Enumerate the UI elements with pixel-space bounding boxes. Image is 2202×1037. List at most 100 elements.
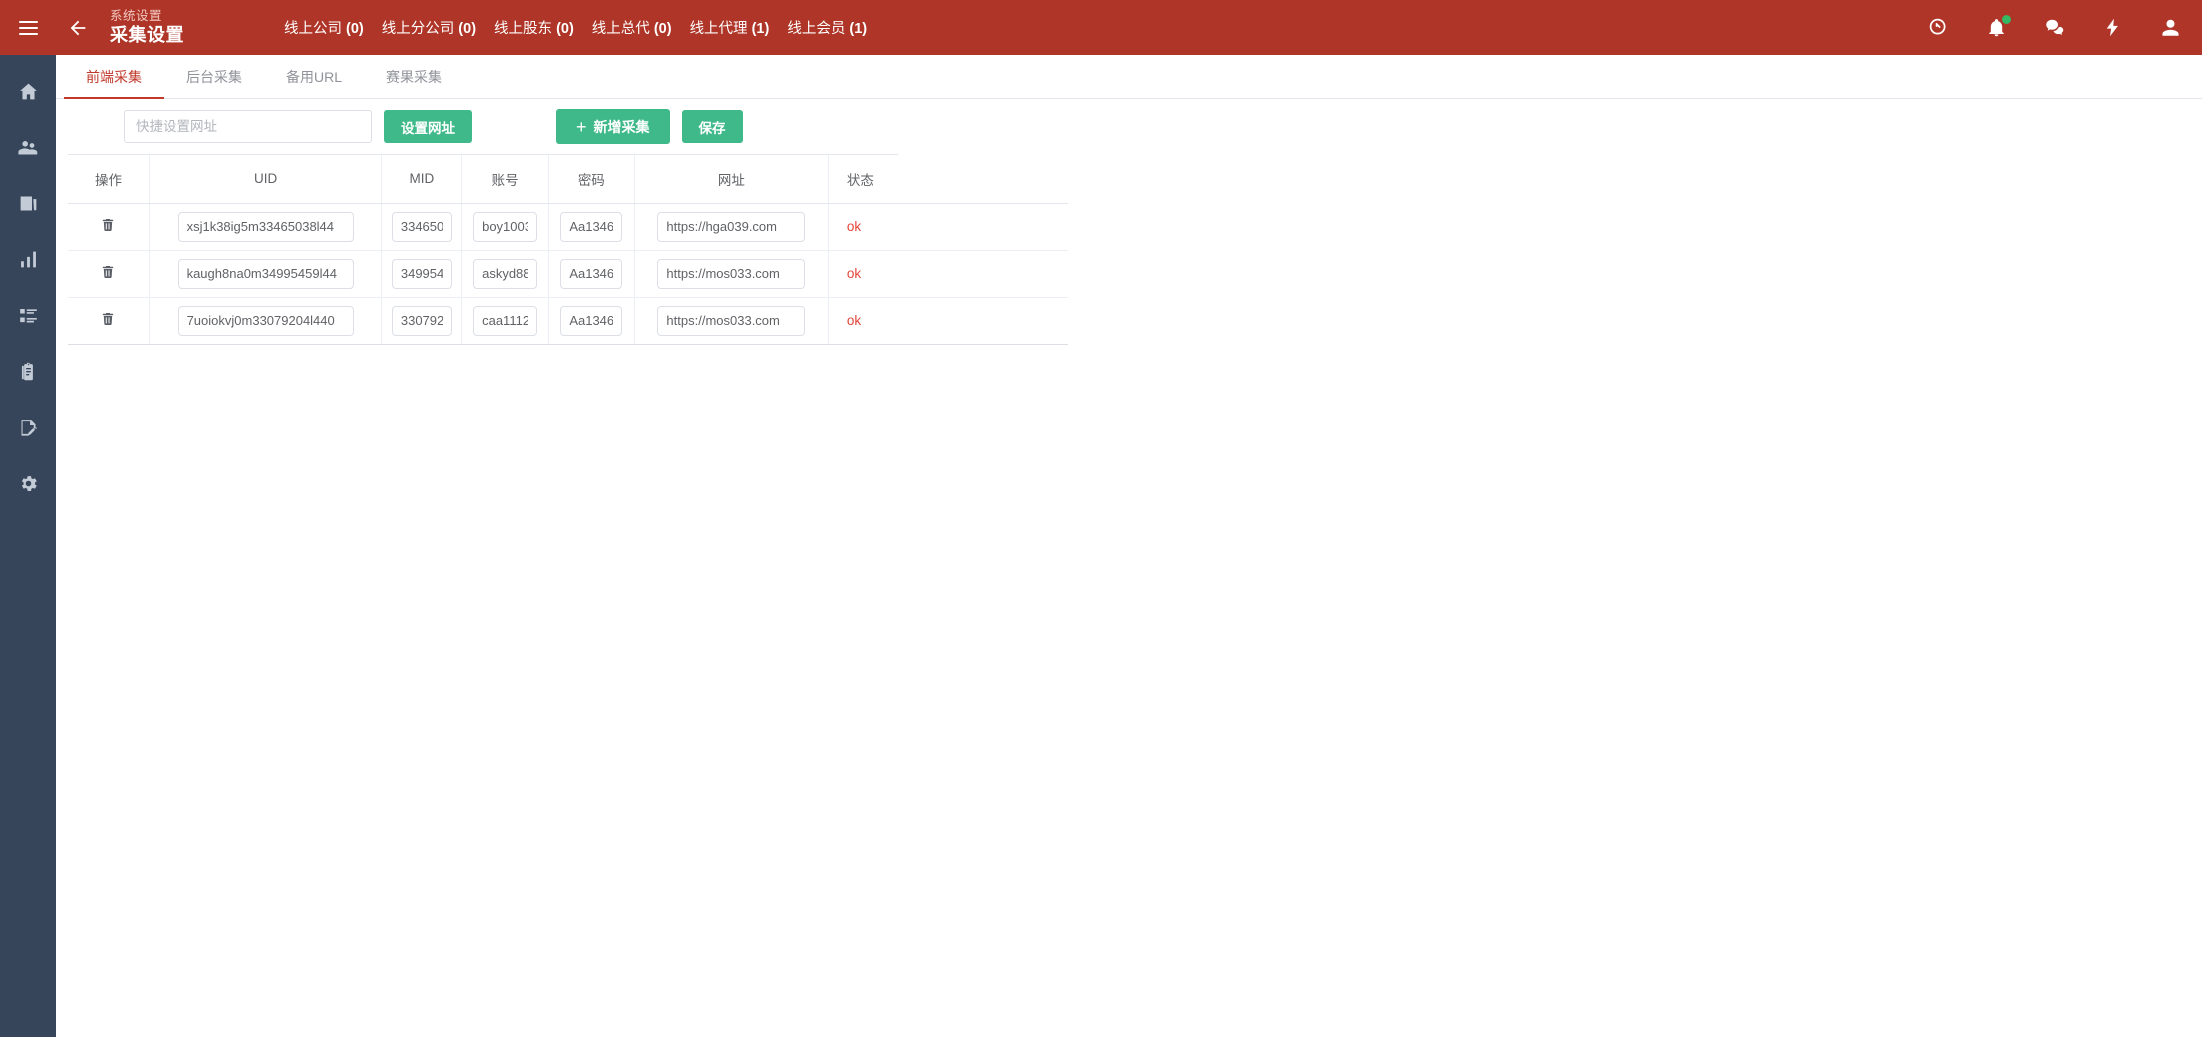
clipboard-icon bbox=[21, 362, 33, 380]
collect-table-wrapper: 操作 UID MID 账号 密码 网址 状态 xsj1k38ig5m334650… bbox=[68, 155, 1068, 345]
online-stats: 线上公司 (0) 线上分公司 (0) 线上股东 (0) 线上总代 (0) 线上代… bbox=[284, 17, 867, 38]
column-header-operation: 操作 bbox=[68, 155, 150, 204]
tab-backup-url[interactable]: 备用URL bbox=[264, 67, 364, 98]
mid-input[interactable] bbox=[391, 211, 452, 242]
notification-badge bbox=[2002, 14, 2011, 24]
cell-status: ok bbox=[828, 203, 1068, 251]
edit-document-icon bbox=[21, 419, 37, 436]
cell-mid bbox=[381, 250, 463, 298]
cell-uid bbox=[149, 297, 383, 345]
cell-account bbox=[461, 250, 549, 298]
sidebar-item-users[interactable] bbox=[0, 119, 56, 175]
column-header-url: 网址 bbox=[634, 155, 829, 204]
chart-icon bbox=[20, 251, 36, 267]
tab-frontend-collect[interactable]: 前端采集 bbox=[64, 67, 164, 99]
list-icon bbox=[19, 308, 37, 322]
news-icon bbox=[20, 196, 36, 210]
cell-account bbox=[461, 297, 549, 345]
save-button[interactable]: 保存 bbox=[681, 110, 743, 143]
trash-icon[interactable] bbox=[100, 264, 116, 280]
cell-password bbox=[548, 250, 635, 298]
table-row: ok bbox=[68, 297, 1068, 345]
column-header-mid: MID bbox=[381, 155, 463, 204]
account-input[interactable] bbox=[473, 211, 538, 242]
home-icon bbox=[19, 83, 37, 99]
user-avatar-icon[interactable] bbox=[2158, 16, 2182, 40]
cell-status: ok bbox=[828, 297, 1068, 345]
url-input[interactable] bbox=[657, 258, 806, 289]
add-collect-button[interactable]: + 新增采集 bbox=[556, 109, 670, 144]
url-input[interactable] bbox=[657, 211, 806, 242]
cell-account bbox=[461, 203, 549, 251]
status-badge: ok bbox=[846, 219, 862, 234]
url-input[interactable] bbox=[657, 305, 806, 336]
column-header-uid: UID bbox=[149, 155, 383, 204]
bell-icon[interactable] bbox=[1984, 14, 2011, 40]
cell-status: ok bbox=[828, 250, 1068, 298]
page-title: 采集设置 bbox=[110, 25, 184, 46]
sidebar-item-home[interactable] bbox=[0, 63, 56, 119]
stat-link-company[interactable]: 线上公司 (0) bbox=[284, 17, 364, 38]
sidebar-item-list[interactable] bbox=[0, 287, 56, 343]
cell-mid bbox=[381, 203, 463, 251]
password-input[interactable] bbox=[560, 305, 623, 336]
quick-url-input[interactable] bbox=[124, 110, 372, 143]
cell-operation bbox=[68, 250, 150, 298]
status-badge: ok bbox=[846, 313, 862, 328]
password-input[interactable] bbox=[560, 258, 623, 289]
stat-link-agent[interactable]: 线上代理 (1) bbox=[690, 17, 770, 38]
sidebar-item-settings[interactable] bbox=[0, 455, 56, 511]
cell-operation bbox=[68, 297, 150, 345]
column-header-status: 状态 bbox=[828, 155, 1068, 204]
plus-icon: + bbox=[576, 116, 587, 137]
users-icon bbox=[17, 140, 37, 154]
cell-password bbox=[548, 297, 635, 345]
uid-input[interactable] bbox=[177, 211, 354, 242]
trash-icon[interactable] bbox=[100, 217, 116, 233]
back-arrow-icon[interactable] bbox=[56, 0, 100, 55]
cell-uid bbox=[149, 203, 383, 251]
chat-icon[interactable] bbox=[2042, 16, 2066, 40]
uid-input[interactable] bbox=[177, 305, 354, 336]
uid-input[interactable] bbox=[177, 258, 354, 289]
sidebar-item-edit-document[interactable] bbox=[0, 399, 56, 455]
stat-link-member[interactable]: 线上会员 (1) bbox=[787, 17, 867, 38]
cell-mid bbox=[381, 297, 463, 345]
trash-icon[interactable] bbox=[100, 311, 116, 327]
tab-result-collect[interactable]: 赛果采集 bbox=[364, 67, 464, 98]
cell-uid bbox=[149, 250, 383, 298]
table-row: ok bbox=[68, 203, 1068, 251]
mid-input[interactable] bbox=[391, 258, 452, 289]
header-icon-group bbox=[1926, 14, 2182, 40]
left-sidebar bbox=[0, 55, 56, 1037]
sidebar-item-clipboard[interactable] bbox=[0, 343, 56, 399]
column-header-password: 密码 bbox=[548, 155, 635, 204]
action-toolbar: 设置网址 + 新增采集 保存 bbox=[68, 99, 898, 155]
hamburger-icon[interactable] bbox=[0, 0, 56, 55]
table-row: ok bbox=[68, 250, 1068, 298]
set-url-button[interactable]: 设置网址 bbox=[384, 110, 472, 143]
sidebar-item-reports[interactable] bbox=[0, 231, 56, 287]
gear-icon bbox=[21, 475, 37, 491]
collect-table: 操作 UID MID 账号 密码 网址 状态 xsj1k38ig5m334650… bbox=[68, 155, 1068, 345]
stat-link-branch[interactable]: 线上分公司 (0) bbox=[382, 17, 476, 38]
cell-url bbox=[634, 203, 829, 251]
stat-link-general-agent[interactable]: 线上总代 (0) bbox=[592, 17, 672, 38]
cell-url bbox=[634, 297, 829, 345]
account-input[interactable] bbox=[473, 258, 538, 289]
add-collect-label: 新增采集 bbox=[593, 118, 650, 135]
search-icon[interactable] bbox=[1926, 16, 1950, 40]
stat-link-shareholder[interactable]: 线上股东 (0) bbox=[494, 17, 574, 38]
top-header: 系统设置 采集设置 线上公司 (0) 线上分公司 (0) 线上股东 (0) 线上… bbox=[0, 0, 2202, 55]
page-title-block: 系统设置 采集设置 bbox=[110, 9, 184, 46]
status-badge: ok bbox=[846, 266, 862, 281]
account-input[interactable] bbox=[473, 305, 538, 336]
main-content: 前端采集 后台采集 备用URL 赛果采集 设置网址 + 新增采集 保存 操作 U… bbox=[56, 55, 2202, 1037]
password-input[interactable] bbox=[560, 211, 623, 242]
tab-backend-collect[interactable]: 后台采集 bbox=[164, 67, 264, 98]
sidebar-item-news[interactable] bbox=[0, 175, 56, 231]
breadcrumb: 系统设置 bbox=[110, 8, 163, 23]
tab-bar: 前端采集 后台采集 备用URL 赛果采集 bbox=[56, 55, 2202, 99]
mid-input[interactable] bbox=[391, 305, 452, 336]
lightning-icon[interactable] bbox=[2100, 16, 2124, 40]
